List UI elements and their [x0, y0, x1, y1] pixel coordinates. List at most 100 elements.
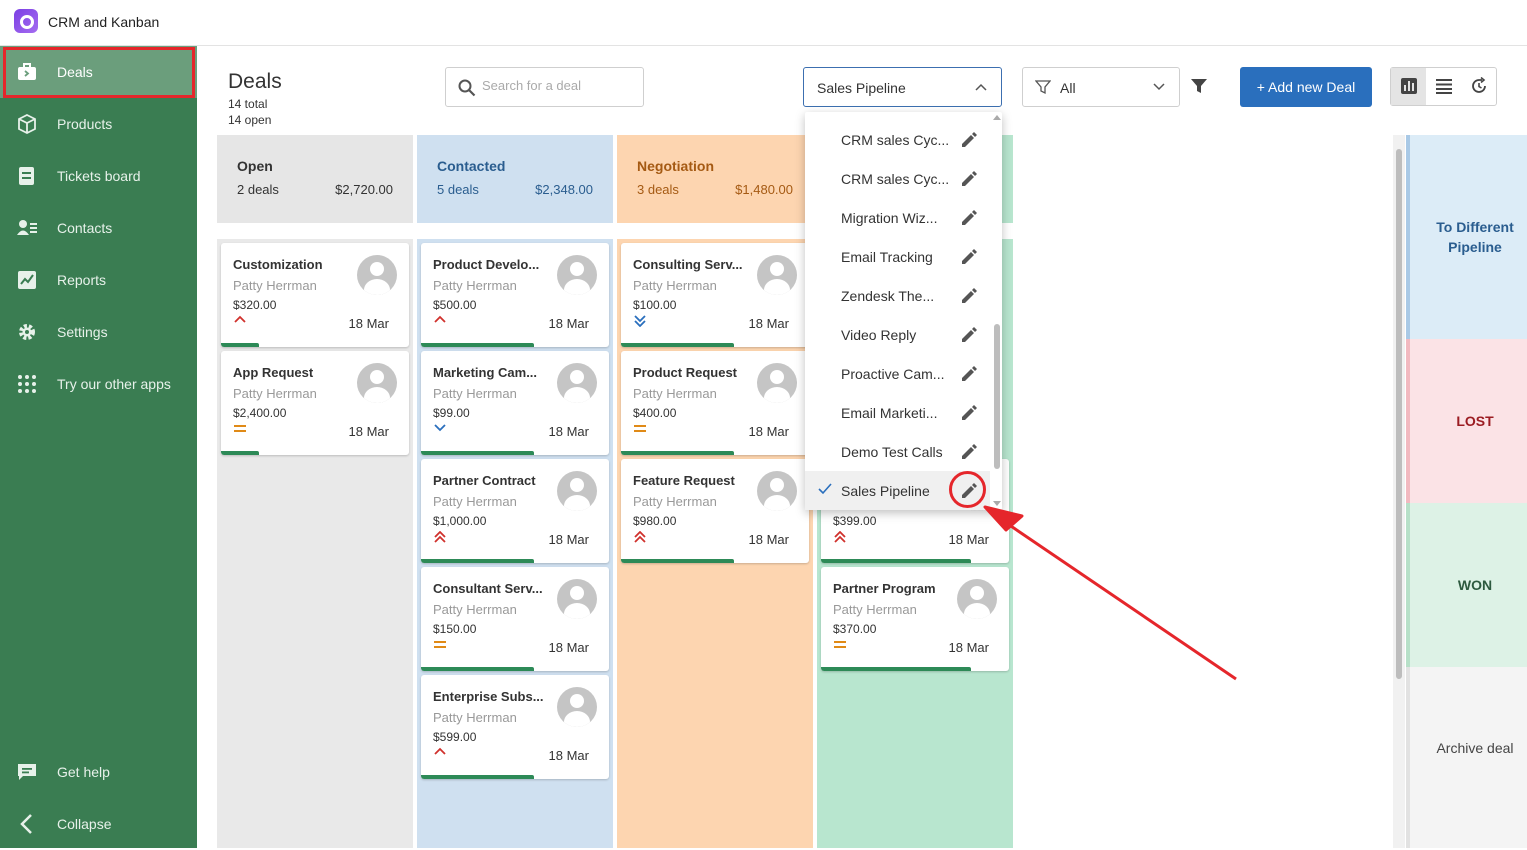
sidebar-item-tickets-board[interactable]: Tickets board: [0, 150, 197, 202]
drop-zone-different-pipeline[interactable]: To Different Pipeline: [1406, 135, 1527, 339]
avatar: [357, 255, 397, 295]
priority-high-icon: [234, 315, 246, 323]
deal-owner: Patty Herrman: [233, 386, 317, 401]
avatar: [557, 687, 597, 727]
kanban-view-button[interactable]: [1391, 68, 1426, 105]
deal-card[interactable]: App Request Patty Herrman $2,400.00 18 Mar: [221, 351, 409, 455]
pencil-icon[interactable]: [959, 130, 979, 150]
pencil-icon[interactable]: [959, 442, 979, 462]
deal-owner: Patty Herrman: [433, 602, 517, 617]
pipeline-option-label: Email Marketi...: [841, 405, 938, 421]
avatar: [757, 471, 797, 511]
filter-icon[interactable]: [1190, 77, 1208, 95]
history-view-button[interactable]: [1461, 68, 1496, 105]
column-title: Open: [237, 158, 273, 174]
deal-title: Consultant Serv...: [433, 581, 543, 596]
pipeline-option[interactable]: Proactive Cam...: [805, 354, 990, 393]
pipeline-option-label: Demo Test Calls: [841, 444, 943, 460]
deal-date: 18 Mar: [548, 640, 589, 655]
deal-owner: Patty Herrman: [633, 386, 717, 401]
pipeline-option[interactable]: Zendesk The...: [805, 276, 990, 315]
deal-card[interactable]: Partner Program Patty Herrman $370.00 18 Ma…: [821, 567, 1009, 671]
deal-card[interactable]: Partner Contract Patty Herrman $1,000.00 18…: [421, 459, 609, 563]
pipeline-option[interactable]: Demo Test Calls: [805, 432, 990, 471]
filter-select-value: All: [1060, 80, 1076, 96]
pencil-icon[interactable]: [959, 403, 979, 423]
deal-progress-bar: [821, 667, 971, 671]
pencil-icon[interactable]: [959, 364, 979, 384]
deal-title: Partner Program: [833, 581, 936, 596]
dropdown-scroll-thumb[interactable]: [994, 324, 1000, 469]
sidebar-item-settings[interactable]: Settings: [0, 306, 197, 358]
search-box[interactable]: [445, 67, 644, 107]
deal-title: Consulting Serv...: [633, 257, 743, 272]
filter-select[interactable]: All: [1022, 67, 1180, 107]
board-scrollbar[interactable]: [1393, 135, 1405, 848]
dropdown-scrollbar[interactable]: [991, 112, 1002, 510]
deal-progress-bar: [421, 559, 534, 563]
deal-card[interactable]: Marketing Cam... Patty Herrman $99.00 18 Ma…: [421, 351, 609, 455]
pencil-icon[interactable]: [959, 325, 979, 345]
priority-medium-icon: [434, 641, 446, 648]
sidebar-item-get-help[interactable]: Get help: [0, 746, 197, 798]
app-title: CRM and Kanban: [48, 14, 160, 30]
drop-zone-won[interactable]: WON: [1406, 503, 1527, 667]
deal-title: Partner Contract: [433, 473, 536, 488]
priority-highest-icon: [634, 531, 646, 543]
sidebar-item-contacts[interactable]: Contacts: [0, 202, 197, 254]
deal-date: 18 Mar: [748, 424, 789, 439]
deal-amount: $400.00: [633, 406, 677, 420]
deal-title: Enterprise Subs...: [433, 689, 544, 704]
column-deal-count: 2 deals: [237, 182, 279, 197]
deal-date: 18 Mar: [948, 640, 989, 655]
deal-card[interactable]: Customization Patty Herrman $320.00 18 Mar: [221, 243, 409, 347]
deal-card[interactable]: Consulting Serv... Patty Herrman $100.00 18…: [621, 243, 809, 347]
sidebar-item-products[interactable]: Products: [0, 98, 197, 150]
pipeline-select[interactable]: Sales Pipeline: [803, 67, 1002, 107]
pipeline-option[interactable]: Email Tracking: [805, 237, 990, 276]
deal-card[interactable]: Product Develo... Patty Herrman $500.00 18 …: [421, 243, 609, 347]
pipeline-option[interactable]: CRM sales Cyc...: [805, 159, 990, 198]
bar-chart-icon: [1401, 78, 1417, 94]
priority-lowest-icon: [634, 315, 646, 327]
pipeline-option[interactable]: CRM sales Cyc...: [805, 120, 990, 159]
column-header: Open 2 deals $2,720.00: [217, 135, 413, 223]
deal-owner: Patty Herrman: [233, 278, 317, 293]
deal-amount: $599.00: [433, 730, 477, 744]
pencil-icon[interactable]: [959, 208, 979, 228]
pipeline-option-label: CRM sales Cyc...: [841, 171, 950, 187]
sidebar-item-label: Contacts: [57, 220, 113, 236]
pipeline-option[interactable]: Migration Wiz...: [805, 198, 990, 237]
grid-icon: [18, 375, 36, 393]
deal-progress-bar: [221, 451, 259, 455]
deal-card[interactable]: Product Request Patty Herrman $400.00 18 Ma…: [621, 351, 809, 455]
pipeline-option-label: Video Reply: [841, 327, 917, 343]
pipeline-option[interactable]: Email Marketi...: [805, 393, 990, 432]
sidebar-item-deals[interactable]: Deals: [0, 46, 197, 98]
deal-progress-bar: [221, 343, 259, 347]
sidebar-item-label: Try our other apps: [57, 376, 171, 392]
sidebar-item-label: Get help: [57, 764, 110, 780]
drop-zone-lost[interactable]: LOST: [1406, 339, 1527, 503]
pipeline-option-label: CRM sales Cyc...: [841, 132, 950, 148]
deal-card[interactable]: Enterprise Subs... Patty Herrman $599.00 18…: [421, 675, 609, 779]
annotation-highlight-box: [3, 47, 195, 98]
sidebar-item-collapse[interactable]: Collapse: [0, 798, 197, 850]
deal-date: 18 Mar: [348, 316, 389, 331]
pencil-icon[interactable]: [959, 286, 979, 306]
deal-card[interactable]: Consultant Serv... Patty Herrman $150.00 18…: [421, 567, 609, 671]
pencil-icon[interactable]: [959, 169, 979, 189]
add-new-deal-button[interactable]: + Add new Deal: [1240, 67, 1372, 107]
pencil-icon[interactable]: [959, 247, 979, 267]
search-input[interactable]: [482, 78, 632, 93]
pipeline-option[interactable]: Video Reply: [805, 315, 990, 354]
deals-total: 14 total: [228, 97, 268, 111]
drop-zone-archive[interactable]: Archive deal: [1406, 667, 1527, 848]
sidebar-item-other-apps[interactable]: Try our other apps: [0, 358, 197, 410]
board-scroll-thumb[interactable]: [1396, 149, 1402, 679]
sidebar-item-reports[interactable]: Reports: [0, 254, 197, 306]
list-view-button[interactable]: [1426, 68, 1461, 105]
column-contacted: Contacted 5 deals $2,348.00 Product Develo.…: [417, 135, 613, 848]
history-icon: [1472, 77, 1486, 93]
deal-card[interactable]: Feature Request Patty Herrman $980.00 18 Ma…: [621, 459, 809, 563]
